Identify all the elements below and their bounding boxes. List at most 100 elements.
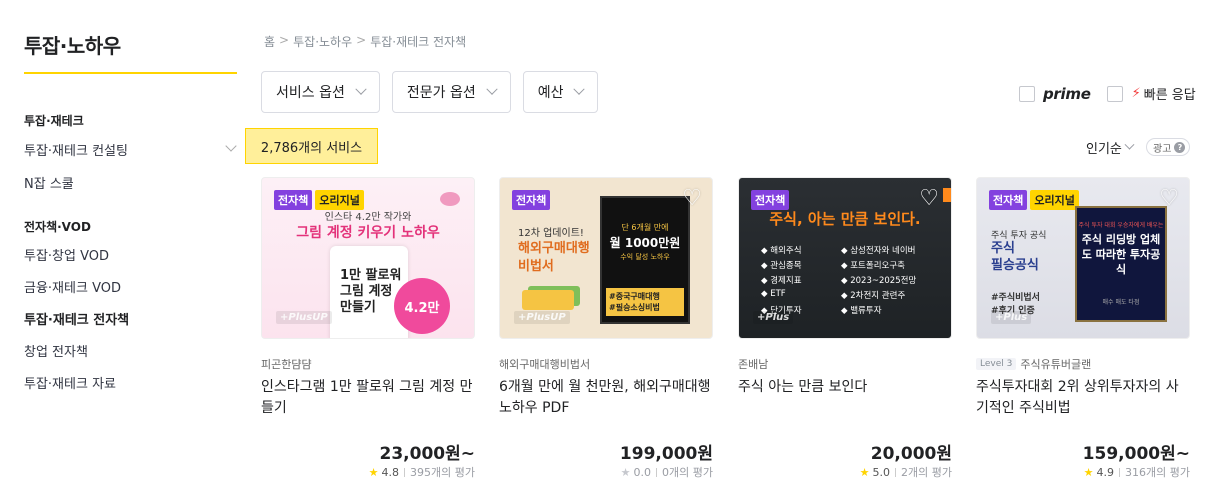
ad-label: 광고 bbox=[1153, 143, 1172, 155]
heart-icon[interactable]: ♡ bbox=[1159, 188, 1179, 210]
ebook-badge: 전자책 bbox=[751, 190, 790, 210]
service-title[interactable]: 주식 아는 만큼 보인다 bbox=[738, 377, 952, 398]
sidebar-item-finance-vod[interactable]: 금융·재테크 VOD bbox=[24, 277, 237, 296]
service-price: 20,000원 bbox=[870, 444, 952, 464]
breadcrumb-separator: > bbox=[356, 33, 367, 47]
plus-tag: +PlusUP bbox=[276, 311, 332, 324]
seller-name[interactable]: 해외구매대행비법서 bbox=[499, 356, 590, 372]
sidebar-item-finance-material[interactable]: 투잡·재테크 자료 bbox=[24, 373, 237, 392]
heart-icon[interactable]: ♡ bbox=[682, 188, 702, 210]
sidebar-item-njob-school[interactable]: N잡 스쿨 bbox=[24, 173, 237, 192]
sidebar-divider bbox=[24, 72, 237, 74]
service-option-filter[interactable]: 서비스 옵션 bbox=[261, 71, 380, 113]
plus-tag: +Plus bbox=[753, 311, 794, 324]
rating-value: 4.9 bbox=[1096, 465, 1115, 479]
service-card[interactable]: 전자책 주식, 아는 만큼 보인다. ◆ 해외주식 ◆ 삼성전자와 네이버 ◆ … bbox=[738, 177, 952, 479]
book-line: 주식 투자 대회 우승자에게 배우는 bbox=[1078, 222, 1164, 229]
thumb-circle-badge: 4.2만 bbox=[394, 278, 450, 334]
sidebar-section-heading: 투잡·재테크 bbox=[24, 114, 84, 128]
book-tag-line: #중국구매대행 bbox=[609, 292, 660, 301]
thumb-headline: 주식, 아는 만큼 보인다. bbox=[769, 210, 921, 228]
seller-label: 피곤한댬댬 bbox=[261, 358, 312, 371]
star-icon: ★ bbox=[859, 465, 870, 479]
rating-divider bbox=[404, 467, 406, 477]
seller-level-badge: Level 3 bbox=[976, 358, 1017, 370]
lightning-icon: ⚡ bbox=[1131, 86, 1141, 101]
service-thumbnail[interactable]: 전자책 오리지널 주식 투자 공식 주식 필승공식 #주식비법서 #후기 인증 … bbox=[976, 177, 1190, 339]
seller-name[interactable]: 존배남 bbox=[738, 356, 768, 372]
ebook-badge: 전자책 bbox=[512, 190, 551, 210]
chevron-down-icon bbox=[573, 83, 586, 95]
book-line: 주식 리딩방 업체도 따라한 투자공식 bbox=[1081, 233, 1161, 276]
star-icon: ★ bbox=[368, 465, 379, 479]
service-card[interactable]: 전자책 오리지널 주식 투자 공식 주식 필승공식 #주식비법서 #후기 인증 … bbox=[976, 177, 1190, 479]
service-thumbnail[interactable]: 전자책 12차 업데이트! 해외구매대행 비법서 단 6개월 만에 월 1000… bbox=[499, 177, 713, 339]
service-price: 23,000원~ bbox=[379, 444, 476, 464]
heart-icon[interactable]: ♡ bbox=[919, 188, 939, 210]
topic-item: ◆ 2차전지 관련주 bbox=[841, 291, 906, 301]
service-title[interactable]: 주식투자대회 2위 상위투자자의 사기적인 주식비법 bbox=[976, 377, 1190, 419]
ebook-badge: 전자책 bbox=[274, 190, 313, 210]
service-rating: ★ 5.0 2개의 평가 bbox=[860, 464, 952, 480]
topic-item: ◆ 삼성전자와 네이버 bbox=[841, 246, 916, 256]
book-line: 매수 매도 타점 bbox=[1102, 299, 1140, 306]
seller-label: 주식유튜버글랜 bbox=[1020, 358, 1092, 371]
breadcrumb: 홈 > 투잡·노하우 > 투잡·재테크 전자책 bbox=[264, 33, 466, 50]
help-icon: ? bbox=[1174, 141, 1186, 153]
thumb-headline: 해외구매대행 비법서 bbox=[518, 240, 590, 276]
breadcrumb-separator: > bbox=[279, 33, 290, 47]
sort-dropdown[interactable]: 인기순 bbox=[1086, 138, 1135, 157]
ebook-badge: 전자책 bbox=[989, 190, 1028, 210]
breadcrumb-current[interactable]: 투잡·재테크 전자책 bbox=[370, 33, 466, 50]
sort-label: 인기순 bbox=[1086, 142, 1122, 157]
topic-item: ◆ 2023~2025전망 bbox=[841, 276, 917, 286]
topic-item: ◆ 관심종목 bbox=[761, 261, 802, 271]
book-line: 월 1000만원 bbox=[609, 236, 681, 250]
breadcrumb-category[interactable]: 투잡·노하우 bbox=[293, 33, 352, 50]
seller-name[interactable]: Level 3 주식유튜버글랜 bbox=[976, 356, 1091, 372]
service-card[interactable]: 전자책 오리지널 인스타 4.2만 작가와 그림 계정 키우기 노하우 1만 팔… bbox=[261, 177, 475, 479]
filter-toggles: prime ⚡ 빠른 응답 bbox=[1019, 84, 1196, 103]
sidebar-item-startup-ebook[interactable]: 창업 전자책 bbox=[24, 341, 237, 360]
thumb-subtitle: 12차 업데이트! bbox=[518, 228, 584, 239]
service-card[interactable]: 전자책 12차 업데이트! 해외구매대행 비법서 단 6개월 만에 월 1000… bbox=[499, 177, 713, 479]
thumb-topic-list: ◆ 해외주식 ◆ 삼성전자와 네이버 ◆ 관심종목 ◆ 포트폴리오구축 ◆ 경제… bbox=[761, 244, 941, 316]
expert-option-filter[interactable]: 전문가 옵션 bbox=[391, 71, 511, 113]
service-rating: ★ 4.9 316개의 평가 bbox=[1084, 464, 1190, 480]
budget-filter[interactable]: 예산 bbox=[522, 71, 599, 113]
chevron-down-icon bbox=[1124, 139, 1135, 150]
service-thumbnail[interactable]: 전자책 주식, 아는 만큼 보인다. ◆ 해외주식 ◆ 삼성전자와 네이버 ◆ … bbox=[738, 177, 952, 339]
filter-label: 전문가 옵션 bbox=[406, 85, 476, 101]
badge-group: 전자책 bbox=[751, 190, 790, 210]
filter-bar: 서비스 옵션 전문가 옵션 예산 bbox=[261, 71, 599, 113]
sidebar-item-finance-ebook[interactable]: 투잡·재테크 전자책 bbox=[24, 309, 237, 328]
service-title[interactable]: 인스타그램 1만 팔로워 그림 계정 만들기 bbox=[261, 377, 475, 419]
ad-info-badge[interactable]: 광고 ? bbox=[1146, 138, 1191, 156]
service-title[interactable]: 6개월 만에 월 천만원, 해외구매대행 노하우 PDF bbox=[499, 377, 713, 419]
service-price: 159,000원~ bbox=[1082, 444, 1190, 464]
thumb-book-cover: 주식 투자 대회 우승자에게 배우는 주식 리딩방 업체도 따라한 투자공식 매… bbox=[1075, 206, 1167, 322]
thumb-headline-line: 해외구매대행 bbox=[518, 241, 590, 256]
book-line: 수익 달성 노하우 bbox=[620, 253, 670, 261]
topic-item: ◆ 경제지표 bbox=[761, 276, 802, 286]
sidebar-item-consulting[interactable]: 투잡·재테크 컨설팅 bbox=[24, 140, 237, 159]
chevron-down-icon bbox=[355, 83, 367, 95]
rating-divider bbox=[1119, 467, 1121, 477]
chevron-down-icon[interactable] bbox=[225, 140, 237, 152]
star-icon: ★ bbox=[1083, 465, 1094, 479]
service-thumbnail[interactable]: 전자책 오리지널 인스타 4.2만 작가와 그림 계정 키우기 노하우 1만 팔… bbox=[261, 177, 475, 339]
book-tag: #중국구매대행 #필승소싱비법 bbox=[606, 288, 684, 316]
breadcrumb-home[interactable]: 홈 bbox=[264, 33, 275, 50]
seller-name[interactable]: 피곤한댬댬 bbox=[261, 356, 312, 372]
thumb-book-title: 1만 팔로워 그림 계정 만들기 bbox=[340, 268, 402, 315]
prime-checkbox[interactable] bbox=[1019, 85, 1035, 102]
book-line: 단 6개월 만에 bbox=[621, 223, 669, 232]
seller-logo-icon bbox=[440, 192, 460, 206]
fast-response-checkbox[interactable] bbox=[1106, 85, 1123, 102]
corner-accent bbox=[943, 188, 951, 202]
rating-value: 4.8 bbox=[381, 465, 400, 479]
review-count: 2개의 평가 bbox=[901, 466, 952, 479]
book-tag-line: #필승소싱비법 bbox=[609, 303, 660, 312]
sidebar-item-startup-vod[interactable]: 투잡·창업 VOD bbox=[24, 245, 237, 264]
filter-label: 서비스 옵션 bbox=[276, 85, 345, 101]
